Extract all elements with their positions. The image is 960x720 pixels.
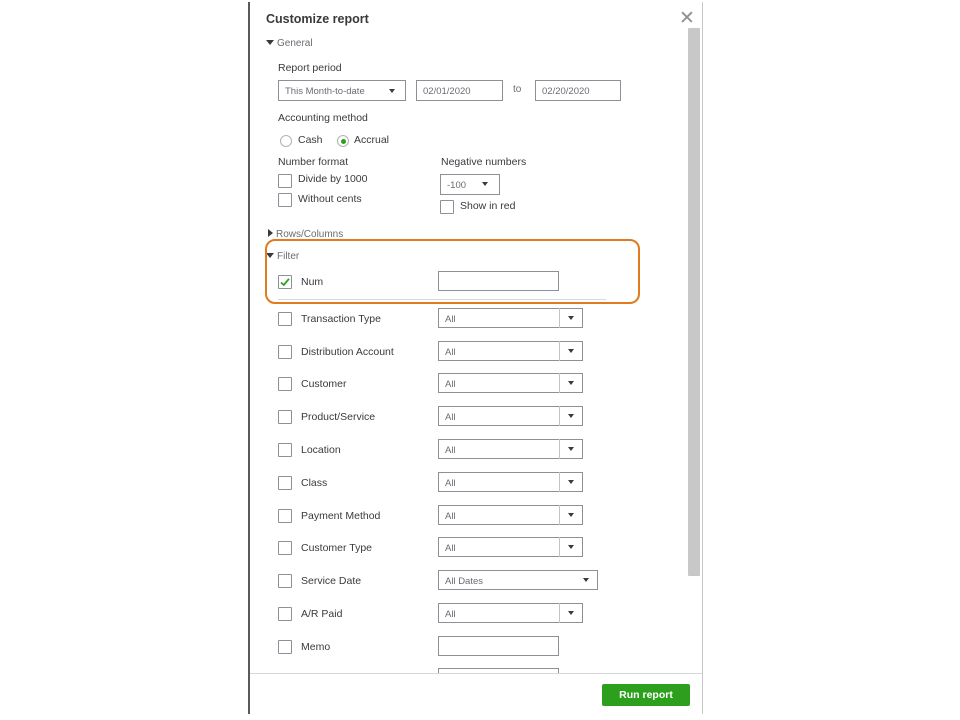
filter-checkbox[interactable] <box>278 410 292 424</box>
footer-divider <box>250 673 702 674</box>
negative-numbers-value: -100 <box>447 180 467 191</box>
chevron-down-icon <box>568 513 574 517</box>
accrual-label: Accrual <box>354 134 390 146</box>
select-divider <box>559 308 560 328</box>
filter-select-value: All <box>445 314 456 325</box>
filter-checkbox[interactable] <box>278 345 292 359</box>
date-to-input[interactable]: 02/20/2020 <box>535 80 621 101</box>
report-period-select[interactable]: This Month-to-date <box>278 80 406 101</box>
filter-label: Product/Service <box>301 411 376 423</box>
chevron-down-icon <box>568 381 574 385</box>
filter-select[interactable]: All Dates <box>438 570 598 590</box>
chevron-down-icon <box>389 89 395 93</box>
filter-select[interactable]: All <box>438 603 583 623</box>
select-divider <box>559 472 560 492</box>
filter-label: Location <box>301 444 341 456</box>
scrollbar-thumb[interactable] <box>688 28 700 576</box>
show-in-red-label: Show in red <box>460 200 516 212</box>
filter-checkbox[interactable] <box>278 640 292 654</box>
filter-select-value: All <box>445 412 456 423</box>
dialog-title: Customize report <box>266 12 369 26</box>
filter-label: Service Date <box>301 575 362 587</box>
caret-down-icon <box>266 40 274 45</box>
chevron-down-icon <box>583 578 589 582</box>
chevron-down-icon <box>568 447 574 451</box>
filter-select[interactable]: All <box>438 341 583 361</box>
show-in-red-checkbox[interactable] <box>440 200 454 214</box>
filter-checkbox[interactable] <box>278 607 292 621</box>
select-divider <box>559 603 560 623</box>
filter-checkbox[interactable] <box>278 476 292 490</box>
chevron-down-icon <box>568 316 574 320</box>
filter-select[interactable]: All <box>438 406 583 426</box>
filter-select-value: All <box>445 379 456 390</box>
filter-checkbox[interactable] <box>278 443 292 457</box>
filter-select[interactable]: All <box>438 537 583 557</box>
cash-radio[interactable] <box>280 135 292 147</box>
chevron-down-icon <box>568 414 574 418</box>
caret-right-icon <box>268 229 273 237</box>
filter-select-value: All <box>445 347 456 358</box>
divide-by-1000-label: Divide by 1000 <box>298 173 368 185</box>
report-period-label: Report period <box>278 62 342 74</box>
chevron-down-icon <box>482 182 488 186</box>
filter-label: Memo <box>301 641 331 653</box>
filter-label: Payment Method <box>301 510 381 522</box>
filter-checkbox[interactable] <box>278 377 292 391</box>
filter-select[interactable]: All <box>438 308 583 328</box>
filter-select-value: All <box>445 478 456 489</box>
cash-label: Cash <box>298 134 323 146</box>
select-divider <box>559 505 560 525</box>
date-from-input[interactable]: 02/01/2020 <box>416 80 503 101</box>
report-period-value: This Month-to-date <box>285 86 365 97</box>
without-cents-label: Without cents <box>298 193 362 205</box>
filter-select[interactable]: All <box>438 472 583 492</box>
date-to-value: 02/20/2020 <box>542 86 590 97</box>
filter-checkbox[interactable] <box>278 574 292 588</box>
accrual-radio[interactable] <box>337 135 349 147</box>
close-icon[interactable]: ✕ <box>679 9 695 28</box>
filter-select[interactable]: All <box>438 439 583 459</box>
filter-select-value: All <box>445 543 456 554</box>
filter-select[interactable]: All <box>438 373 583 393</box>
accounting-method-label: Accounting method <box>278 112 368 124</box>
filter-label: Customer <box>301 378 347 390</box>
filter-text-input[interactable] <box>438 636 559 656</box>
negative-numbers-select[interactable]: -100 <box>440 174 500 195</box>
date-from-value: 02/01/2020 <box>423 86 471 97</box>
highlight-annotation <box>265 239 640 304</box>
select-divider <box>559 373 560 393</box>
negative-numbers-label: Negative numbers <box>441 156 527 168</box>
number-format-label: Number format <box>278 156 349 168</box>
filter-label: Distribution Account <box>301 346 394 358</box>
filter-label: A/R Paid <box>301 608 343 620</box>
filter-select-value: All <box>445 445 456 456</box>
filter-checkbox[interactable] <box>278 509 292 523</box>
chevron-down-icon <box>568 611 574 615</box>
filter-label: Class <box>301 477 328 489</box>
without-cents-checkbox[interactable] <box>278 193 292 207</box>
chevron-down-icon <box>568 349 574 353</box>
general-section-label: General <box>277 38 313 49</box>
run-report-button[interactable]: Run report <box>602 684 690 706</box>
chevron-down-icon <box>568 480 574 484</box>
to-label: to <box>513 84 522 95</box>
select-divider <box>559 341 560 361</box>
divide-by-1000-checkbox[interactable] <box>278 174 292 188</box>
select-divider <box>559 439 560 459</box>
filter-select-value: All <box>445 511 456 522</box>
filter-checkbox[interactable] <box>278 541 292 555</box>
chevron-down-icon <box>568 545 574 549</box>
filter-select-value: All <box>445 609 456 620</box>
filter-select[interactable]: All <box>438 505 583 525</box>
filter-label: Customer Type <box>301 542 373 554</box>
select-divider <box>559 537 560 557</box>
general-section-toggle[interactable]: General <box>266 38 313 49</box>
filter-checkbox[interactable] <box>278 312 292 326</box>
filter-select-value: All Dates <box>445 576 484 587</box>
select-divider <box>559 406 560 426</box>
filter-label: Transaction Type <box>301 313 381 325</box>
